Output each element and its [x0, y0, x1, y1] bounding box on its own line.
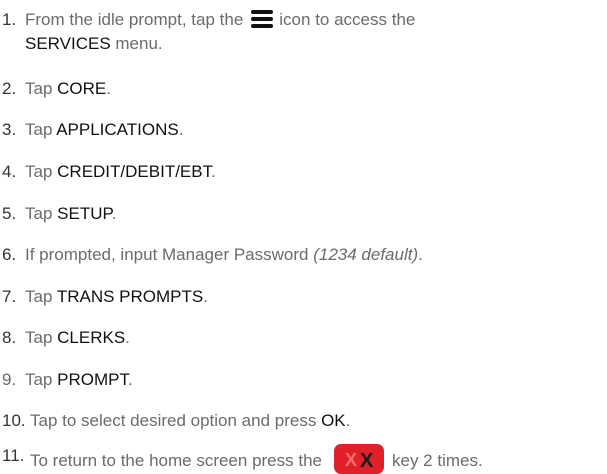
step-text: From the idle prompt, tap the icon to ac… [25, 8, 415, 32]
step-keyword: SETUP [57, 204, 112, 223]
step-text-tail: . [178, 120, 184, 139]
step-text-tail: . [345, 411, 351, 430]
step-keyword: APPLICATIONS [56, 120, 179, 139]
svg-text:X: X [345, 450, 357, 470]
step-number: 7. [2, 287, 17, 306]
step-number: 9. [2, 370, 17, 389]
step-text: Tap CLERKS. [25, 326, 130, 350]
step-keyword: CREDIT/DEBIT/EBT [57, 162, 212, 181]
step-text: Tap SETUP. [25, 202, 116, 226]
step-keyword: PROMPT [57, 370, 128, 389]
step-text: Tap PROMPT. [25, 368, 133, 392]
step-text-pre: If prompted, input Manager Password [25, 245, 314, 264]
step-text-pre: Tap to select desired option and press [30, 411, 322, 430]
step-keyword: CORE [57, 79, 107, 98]
step-text-tail: . [127, 370, 133, 389]
step-number: 3. [2, 120, 17, 139]
step-keyword: OK [321, 411, 346, 430]
step-number: 4. [2, 162, 17, 181]
step-text-line2: SERVICES menu. [25, 32, 163, 56]
menu-lines-icon [251, 10, 274, 28]
step-number: 8. [2, 328, 17, 347]
step-number: 11. [2, 446, 25, 465]
step-keyword: SERVICES [25, 34, 111, 53]
step-text-tail: . [106, 79, 111, 98]
step-number: 2. [2, 79, 17, 98]
step-text: Tap CORE. [25, 77, 111, 101]
step-text: Tap APPLICATIONS. [25, 118, 183, 142]
step-text-tail: menu. [110, 34, 163, 53]
step-number: 6. [2, 245, 17, 264]
step-text-tail: . [211, 162, 216, 181]
step-text-tail: . [203, 287, 208, 306]
step-text: Tap to select desired option and press O… [30, 409, 350, 433]
step-emphasis: (1234 default) [313, 245, 419, 264]
step-text: If prompted, input Manager Password (123… [25, 243, 423, 267]
step-text-tail: . [125, 328, 130, 347]
svg-text:X: X [360, 450, 374, 472]
step-keyword: TRANS PROMPTS [56, 287, 204, 306]
step-number: 10. [2, 411, 26, 430]
step-number: 5. [2, 204, 17, 223]
step-text-tail: . [111, 204, 117, 223]
step-text-pre: Tap [25, 328, 58, 347]
cancel-key-icon: X X [334, 444, 384, 474]
step-text: Tap TRANS PROMPTS. [25, 285, 208, 309]
step-text-post: icon to access the [279, 10, 416, 29]
step-text-pre: Tap [25, 79, 58, 98]
step-text-pre: Tap [25, 204, 58, 223]
step-text-pre: Tap [25, 120, 57, 139]
step-text-pre: From the idle prompt, tap the [25, 10, 244, 29]
step-text: To return to the home screen press the X… [30, 444, 483, 474]
step-text-pre: Tap [25, 162, 58, 181]
step-text-pre: Tap [25, 287, 57, 306]
step-keyword: CLERKS [57, 328, 126, 347]
step-text-tail: . [418, 245, 423, 264]
step-text-pre: Tap [25, 370, 58, 389]
step-number: 1. [2, 10, 17, 29]
step-text: Tap CREDIT/DEBIT/EBT. [25, 160, 216, 184]
